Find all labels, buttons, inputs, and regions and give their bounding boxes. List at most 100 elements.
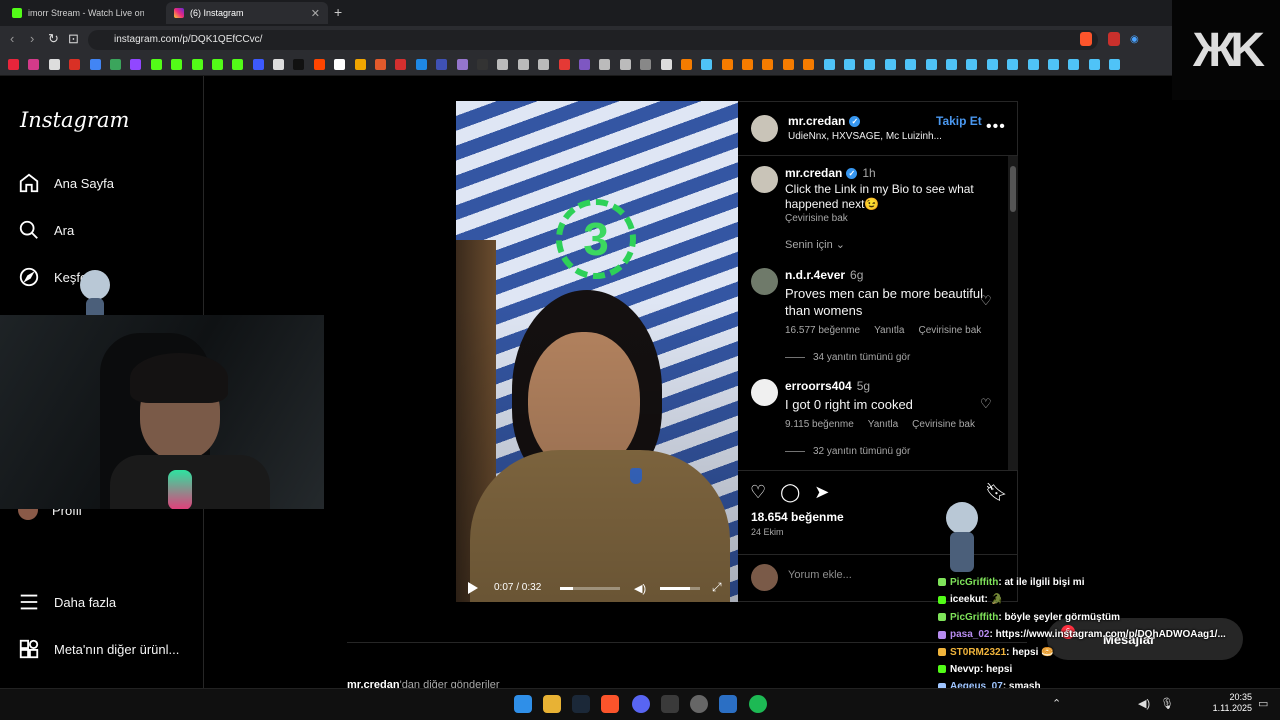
system-clock[interactable]: 20:35 1.11.2025 xyxy=(1210,692,1252,714)
bookmark-favicon-icon[interactable] xyxy=(89,59,101,70)
bookmark-favicon-icon[interactable] xyxy=(354,59,366,70)
volume-icon[interactable]: ◀) xyxy=(634,582,646,595)
bookmark-favicon-icon[interactable] xyxy=(742,59,754,70)
sidebar-item-meta[interactable]: Meta'nın diğer ürünl... xyxy=(18,638,179,660)
bookmark-favicon-icon[interactable] xyxy=(334,59,346,70)
bookmark-favicon-icon[interactable] xyxy=(619,59,631,70)
comment-avatar[interactable] xyxy=(751,379,778,406)
bookmark-favicon-icon[interactable] xyxy=(232,59,244,70)
comment-sort-dropdown[interactable]: Senin için ⌄ xyxy=(785,238,845,251)
bookmark-favicon-icon[interactable] xyxy=(48,59,60,70)
sidebar-item-home[interactable]: Ana Sayfa xyxy=(18,172,114,194)
chat-username[interactable]: iceekut xyxy=(950,594,984,605)
author-username[interactable]: mr.credan ✓ xyxy=(788,114,861,128)
view-replies[interactable]: 34 yanıtın tümünü gör xyxy=(785,352,910,363)
bookmark-favicon-icon[interactable] xyxy=(864,59,876,70)
app-icon[interactable] xyxy=(719,695,737,713)
sidebar-item-more[interactable]: Daha fazla xyxy=(18,591,116,613)
view-replies[interactable]: 32 yanıtın tümünü gör xyxy=(785,446,910,457)
comment-input[interactable]: Yorum ekle... xyxy=(788,569,852,581)
bookmark-favicon-icon[interactable] xyxy=(191,59,203,70)
bookmark-favicon-icon[interactable] xyxy=(436,59,448,70)
bookmark-favicon-icon[interactable] xyxy=(884,59,896,70)
comment-avatar[interactable] xyxy=(751,268,778,295)
bookmark-favicon-icon[interactable] xyxy=(660,59,672,70)
translate-link[interactable]: Çevirisine bak xyxy=(785,213,995,224)
chat-username[interactable]: PicGriffith xyxy=(950,577,998,588)
bookmark-favicon-icon[interactable] xyxy=(109,59,121,70)
video-progress[interactable] xyxy=(560,587,620,590)
sidebar-item-search[interactable]: Ara xyxy=(18,219,74,241)
bookmark-favicon-icon[interactable] xyxy=(375,59,387,70)
bookmark-favicon-icon[interactable] xyxy=(925,59,937,70)
bookmark-favicon-icon[interactable] xyxy=(273,59,285,70)
heart-icon[interactable]: ♡ xyxy=(980,396,992,412)
bookmark-favicon-icon[interactable] xyxy=(701,59,713,70)
brave-icon[interactable] xyxy=(601,695,619,713)
bookmark-icon[interactable]: ⊡ xyxy=(68,31,79,47)
caption-avatar[interactable] xyxy=(751,166,778,193)
notification-icon[interactable]: ▭ xyxy=(1258,697,1268,710)
chat-username[interactable]: pasa_02 xyxy=(950,629,989,640)
steam-icon[interactable] xyxy=(572,695,590,713)
back-icon[interactable]: ‹ xyxy=(10,31,14,46)
bookmark-favicon-icon[interactable] xyxy=(476,59,488,70)
microphone-tray-icon[interactable]: 🎙︎ xyxy=(1160,697,1174,710)
comment-likes[interactable]: 16.577 beğenme xyxy=(785,325,860,336)
reload-icon[interactable]: ↻ xyxy=(48,31,59,47)
bookmark-favicon-icon[interactable] xyxy=(966,59,978,70)
play-icon[interactable] xyxy=(468,582,478,594)
bookmark-favicon-icon[interactable] xyxy=(762,59,774,70)
bookmark-favicon-icon[interactable] xyxy=(1088,59,1100,70)
bookmark-favicon-icon[interactable] xyxy=(252,59,264,70)
bookmark-favicon-icon[interactable] xyxy=(782,59,794,70)
bookmark-favicon-icon[interactable] xyxy=(844,59,856,70)
bookmark-favicon-icon[interactable] xyxy=(415,59,427,70)
tab-kick-stream[interactable]: imorr Stream - Watch Live on Kic xyxy=(4,2,164,24)
heart-icon[interactable]: ♡ xyxy=(980,293,992,309)
chat-username[interactable]: ST0RM2321 xyxy=(950,647,1006,658)
bookmark-favicon-icon[interactable] xyxy=(69,59,81,70)
comment-username[interactable]: erroorrs404 xyxy=(785,379,852,393)
bookmark-favicon-icon[interactable] xyxy=(517,59,529,70)
follow-button[interactable]: Takip Et xyxy=(936,114,982,128)
comment-icon[interactable]: ◯ xyxy=(780,482,800,503)
bookmark-favicon-icon[interactable] xyxy=(171,59,183,70)
bookmark-favicon-icon[interactable] xyxy=(456,59,468,70)
app-icon[interactable] xyxy=(661,695,679,713)
caption-username[interactable]: mr.credan xyxy=(785,166,842,180)
volume-tray-icon[interactable]: ◀) xyxy=(1138,697,1150,710)
brave-shield-icon[interactable] xyxy=(1080,32,1092,46)
bookmark-favicon-icon[interactable] xyxy=(1047,59,1059,70)
bookmark-favicon-icon[interactable] xyxy=(599,59,611,70)
bookmark-favicon-icon[interactable] xyxy=(986,59,998,70)
bookmark-favicon-icon[interactable] xyxy=(1027,59,1039,70)
bookmark-favicon-icon[interactable] xyxy=(293,59,305,70)
bookmark-favicon-icon[interactable] xyxy=(721,59,733,70)
translate-link[interactable]: Çevirisine bak xyxy=(912,419,975,430)
share-icon[interactable]: ➤ xyxy=(814,482,829,503)
comment-username[interactable]: n.d.r.4ever xyxy=(785,268,845,282)
bookmark-favicon-icon[interactable] xyxy=(905,59,917,70)
bookmark-favicon-icon[interactable] xyxy=(313,59,325,70)
author-avatar[interactable] xyxy=(751,115,778,142)
likes-count[interactable]: 18.654 beğenme xyxy=(751,510,844,524)
bookmark-favicon-icon[interactable] xyxy=(1007,59,1019,70)
like-icon[interactable]: ♡ xyxy=(750,482,766,503)
bookmark-favicon-icon[interactable] xyxy=(640,59,652,70)
bookmark-favicon-icon[interactable] xyxy=(497,59,509,70)
bookmark-favicon-icon[interactable] xyxy=(538,59,550,70)
fullscreen-icon[interactable]: ⤢ xyxy=(712,580,722,595)
bookmark-favicon-icon[interactable] xyxy=(28,59,40,70)
bookmark-favicon-icon[interactable] xyxy=(803,59,815,70)
bookmark-favicon-icon[interactable] xyxy=(150,59,162,70)
extension-icon[interactable] xyxy=(1108,32,1120,46)
bookmark-favicon-icon[interactable] xyxy=(395,59,407,70)
bookmark-favicon-icon[interactable] xyxy=(8,59,19,70)
tray-chevron-icon[interactable]: ⌃ xyxy=(1052,697,1061,710)
translate-link[interactable]: Çevirisine bak xyxy=(918,325,981,336)
more-options-icon[interactable]: ••• xyxy=(986,118,1006,136)
discord-icon[interactable] xyxy=(632,695,650,713)
scrollbar-thumb[interactable] xyxy=(1010,166,1016,212)
bookmark-favicon-icon[interactable] xyxy=(130,59,142,70)
